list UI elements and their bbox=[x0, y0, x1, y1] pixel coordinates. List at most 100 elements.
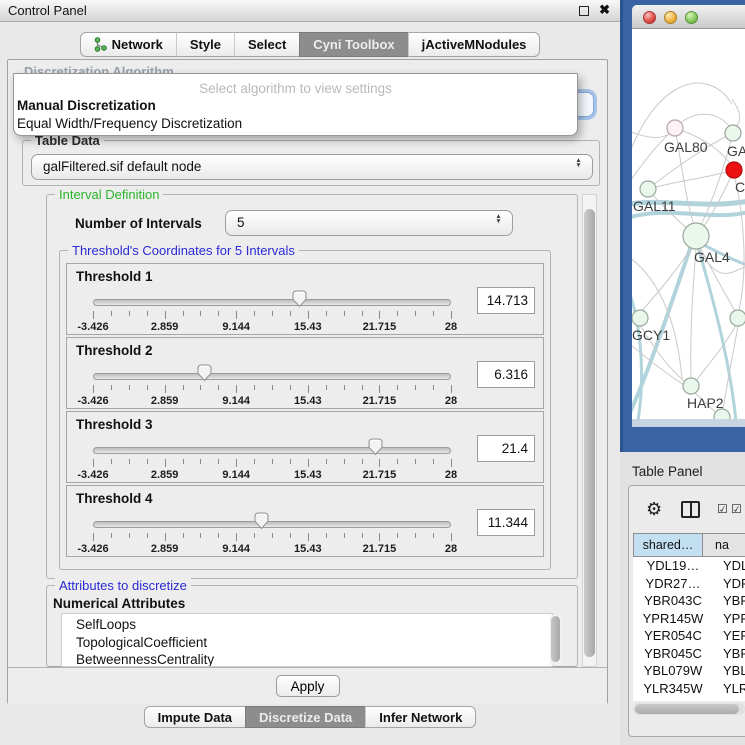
table-row[interactable]: YDR27…YDR2 bbox=[633, 575, 745, 593]
column-header-name[interactable]: na bbox=[703, 533, 745, 557]
threshold-slider-track[interactable] bbox=[93, 521, 451, 528]
algorithm-option-manual[interactable]: Manual Discretization bbox=[14, 96, 577, 114]
cell-shared-name[interactable]: YPR145W bbox=[633, 610, 713, 628]
tab-style[interactable]: Style bbox=[176, 32, 234, 57]
threshold-slider-thumb[interactable] bbox=[197, 364, 212, 382]
table-row[interactable]: YLR345WYLR3 bbox=[633, 680, 745, 698]
threshold-value-field[interactable]: 6.316 bbox=[477, 361, 535, 388]
node-label: C bbox=[735, 179, 745, 195]
slider-tick-label: -3.426 bbox=[77, 321, 108, 333]
slider-ticks bbox=[93, 311, 451, 320]
tab-impute-data[interactable]: Impute Data bbox=[144, 706, 245, 728]
slider-tick-labels: -3.4262.8599.14415.4321.71528 bbox=[93, 469, 451, 481]
algorithm-placeholder: Select algorithm to view settings bbox=[14, 74, 577, 96]
cell-name[interactable]: YDL1 bbox=[713, 557, 745, 575]
tab-cyni-toolbox[interactable]: Cyni Toolbox bbox=[299, 32, 407, 57]
threshold-value-field[interactable]: 21.4 bbox=[477, 435, 535, 462]
cell-name[interactable]: YDR2 bbox=[713, 575, 745, 593]
tab-jactivemnodules[interactable]: jActiveMNodules bbox=[408, 32, 541, 57]
cell-shared-name[interactable]: YER054C bbox=[633, 627, 713, 645]
cell-name[interactable]: YIL0 bbox=[713, 697, 745, 701]
table-row[interactable]: YDL19…YDL1 bbox=[633, 557, 745, 575]
table-row[interactable]: YBR043CYBR0 bbox=[633, 592, 745, 610]
column-header-shared-name[interactable]: shared… bbox=[633, 533, 703, 557]
tab-discretize-data[interactable]: Discretize Data bbox=[245, 706, 365, 728]
cell-shared-name[interactable]: YBR045C bbox=[633, 645, 713, 663]
network-node[interactable] bbox=[714, 409, 730, 419]
apply-button[interactable]: Apply bbox=[276, 675, 340, 697]
attribute-item[interactable]: BetweennessCentrality bbox=[76, 651, 552, 667]
slider-tick-label: 2.859 bbox=[151, 321, 179, 333]
slider-tick-label: 9.144 bbox=[222, 543, 250, 555]
checkbox-icon[interactable]: ☑ bbox=[731, 502, 742, 516]
minimize-traffic-light-icon[interactable] bbox=[664, 11, 677, 24]
network-node-hap2[interactable] bbox=[683, 378, 699, 394]
tab-label: jActiveMNodules bbox=[422, 37, 527, 52]
network-node-h[interactable] bbox=[730, 310, 745, 326]
node-label: GAL4 bbox=[694, 249, 730, 265]
cell-name[interactable]: YER0 bbox=[713, 627, 745, 645]
threshold-label: Threshold 3 bbox=[76, 417, 153, 432]
table-panel-toolbar: ⚙ ☑ ☑ bbox=[629, 498, 745, 524]
table-row[interactable]: YBR045CYBR0 bbox=[633, 645, 745, 663]
threshold-value-field[interactable]: 14.713 bbox=[477, 287, 535, 314]
network-node-c[interactable] bbox=[726, 162, 742, 178]
cell-shared-name[interactable]: YDR27… bbox=[633, 575, 713, 593]
panel-vertical-scrollbar[interactable] bbox=[582, 194, 597, 667]
algorithm-option-equal-width[interactable]: Equal Width/Frequency Discretization bbox=[14, 114, 577, 132]
network-node-gcy1[interactable] bbox=[632, 310, 648, 326]
attributes-group: Attributes to discretize Numerical Attri… bbox=[46, 585, 578, 667]
network-node-gal11[interactable] bbox=[640, 181, 656, 197]
threshold-slider-track[interactable] bbox=[93, 373, 451, 380]
cell-name[interactable]: YLR3 bbox=[713, 680, 745, 698]
tab-infer-network[interactable]: Infer Network bbox=[365, 706, 476, 728]
table-panel-box: ⚙ ☑ ☑ shared… na YDL19…YDL1YDR27…YDR2YBR… bbox=[628, 485, 745, 737]
threshold-slider-thumb[interactable] bbox=[368, 438, 383, 456]
checkbox-icon[interactable]: ☑ bbox=[717, 502, 728, 516]
threshold-value-field[interactable]: 11.344 bbox=[477, 509, 535, 536]
table-row[interactable]: YER054CYER0 bbox=[633, 627, 745, 645]
table-row[interactable]: YIL05…YIL0 bbox=[633, 697, 745, 701]
cell-name[interactable]: YPR1 bbox=[713, 610, 745, 628]
table-row[interactable]: YPR145WYPR1 bbox=[633, 610, 745, 628]
attribute-item[interactable]: TopologicalCoefficient bbox=[76, 634, 552, 652]
threshold-slider-track[interactable] bbox=[93, 299, 451, 306]
number-of-intervals-value: 5 bbox=[226, 211, 512, 235]
close-traffic-light-icon[interactable] bbox=[643, 11, 656, 24]
column-layout-icon[interactable] bbox=[681, 501, 700, 518]
screen: Control Panel ✖ NetworkStyleSelectCyni T… bbox=[0, 0, 745, 745]
slider-tick-labels: -3.4262.8599.14415.4321.71528 bbox=[93, 395, 451, 407]
cell-shared-name[interactable]: YBL079W bbox=[633, 662, 713, 680]
cell-shared-name[interactable]: YDL19… bbox=[633, 557, 713, 575]
network-node-gal80[interactable] bbox=[667, 120, 683, 136]
network-node-ga[interactable] bbox=[725, 125, 741, 141]
cell-shared-name[interactable]: YLR345W bbox=[633, 680, 713, 698]
cell-name[interactable]: YBL0 bbox=[713, 662, 745, 680]
table-row[interactable]: YBL079WYBL0 bbox=[633, 662, 745, 680]
settings-gear-icon[interactable]: ⚙ bbox=[646, 498, 662, 520]
tab-select[interactable]: Select bbox=[234, 32, 299, 57]
tab-network[interactable]: Network bbox=[80, 32, 176, 57]
float-window-icon[interactable] bbox=[579, 6, 589, 16]
cell-shared-name[interactable]: YBR043C bbox=[633, 592, 713, 610]
cell-name[interactable]: YBR0 bbox=[713, 645, 745, 663]
cell-shared-name[interactable]: YIL05… bbox=[633, 697, 713, 701]
zoom-traffic-light-icon[interactable] bbox=[685, 11, 698, 24]
numerical-attributes-list[interactable]: SelfLoopsTopologicalCoefficientBetweenne… bbox=[61, 613, 553, 667]
attribute-item[interactable]: SelfLoops bbox=[76, 616, 552, 634]
network-node-gal4[interactable] bbox=[683, 223, 709, 249]
network-canvas[interactable]: GAL80GACGAL11GAL4GCY1HHAP2 bbox=[632, 29, 745, 419]
slider-tick-label: 21.715 bbox=[363, 395, 397, 407]
number-of-intervals-combobox[interactable]: 5 ▲▼ bbox=[225, 210, 513, 236]
threshold-slider-thumb[interactable] bbox=[254, 512, 269, 530]
interval-definition-group: Interval Definition Number of Intervals … bbox=[46, 194, 578, 579]
threshold-slider-track[interactable] bbox=[93, 447, 451, 454]
attributes-list-scrollbar[interactable] bbox=[550, 615, 561, 665]
tab-label: Discretize Data bbox=[259, 710, 352, 725]
cell-name[interactable]: YBR0 bbox=[713, 592, 745, 610]
threshold-slider-thumb[interactable] bbox=[292, 290, 307, 308]
table-data-combobox[interactable]: galFiltered.sif default node ▲▼ bbox=[31, 154, 593, 180]
table-horizontal-scrollbar[interactable] bbox=[633, 703, 745, 715]
close-icon[interactable]: ✖ bbox=[599, 2, 610, 18]
slider-tick-label: 9.144 bbox=[222, 469, 250, 481]
